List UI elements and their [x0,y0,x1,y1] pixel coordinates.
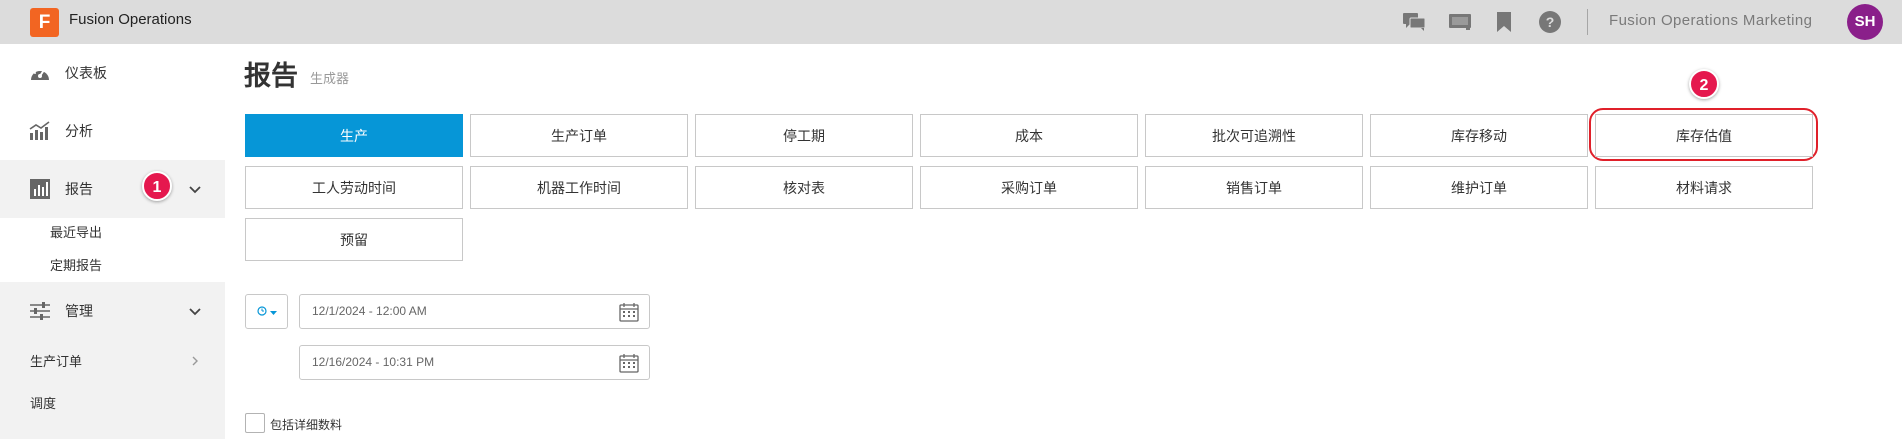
sidebar-item-analytics[interactable]: 分析 [0,102,225,160]
report-button-labor-time[interactable]: 工人劳动时间 [245,166,463,209]
report-button-sales-orders[interactable]: 销售订单 [1145,166,1363,209]
help-icon[interactable]: ? [1537,9,1563,35]
reports-bar-chart-icon [28,177,52,201]
organization-name[interactable]: Fusion Operations Marketing [1609,12,1812,29]
sidebar-item-label: 分析 [65,124,93,140]
report-button-inventory-movement[interactable]: 库存移动 [1370,114,1588,157]
sidebar-item-dashboard[interactable]: 仪表板 [0,44,225,102]
end-date-field[interactable]: 12/16/2024 - 10:31 PM [299,345,650,380]
dashboard-gauge-icon [28,61,52,85]
calendar-icon[interactable] [619,302,639,322]
include-details-label: 包括详细数料 [270,418,343,432]
sliders-icon [28,299,52,323]
app-logo[interactable]: F [30,8,59,37]
report-button-machine-time[interactable]: 机器工作时间 [470,166,688,209]
start-date-value: 12/1/2024 - 12:00 AM [312,304,427,318]
end-date-value: 12/16/2024 - 10:31 PM [312,355,435,369]
sidebar-item-label: 仪表板 [65,66,107,82]
sidebar-item-manage[interactable]: 管理 [0,282,225,340]
caret-down-icon [269,305,277,319]
report-button-inventory-valuation[interactable]: 库存估值 [1595,114,1813,157]
user-avatar[interactable]: SH [1847,4,1883,40]
report-button-maintenance-orders[interactable]: 维护订单 [1370,166,1588,209]
bookmark-icon[interactable] [1491,9,1517,35]
page-subtitle: 生成器 [310,72,350,87]
chevron-down-icon[interactable] [188,304,202,318]
clock-icon [256,305,267,319]
calendar-icon[interactable] [619,353,639,373]
report-button-lot-traceability[interactable]: 批次可追溯性 [1145,114,1363,157]
start-date-field[interactable]: 12/1/2024 - 12:00 AM [299,294,650,329]
sidebar-subitem-scheduled-reports[interactable]: 定期报告 [50,255,102,274]
sidebar-subitem-production-orders[interactable]: 生产订单 [30,351,82,370]
callout-badge-1: 1 [142,171,172,201]
include-details-checkbox[interactable] [245,413,265,433]
report-button-cost[interactable]: 成本 [920,114,1138,157]
report-button-production[interactable]: 生产 [245,114,463,157]
chat-icon[interactable] [1401,9,1427,35]
analytics-chart-icon [28,119,52,143]
header-divider [1587,9,1588,35]
monitor-icon[interactable] [1447,9,1473,35]
sidebar-subitem-scheduling[interactable]: 调度 [30,393,56,412]
callout-badge-2: 2 [1689,69,1719,99]
sidebar-item-label: 管理 [65,304,93,320]
sidebar: 仪表板 分析 报告 最近导出 定期报告 管理 生产订单 调度 [0,44,225,439]
report-button-reservations[interactable]: 预留 [245,218,463,261]
svg-text:?: ? [1546,14,1555,30]
report-button-downtime[interactable]: 停工期 [695,114,913,157]
date-mode-dropdown[interactable] [245,294,288,329]
sidebar-item-reports[interactable]: 报告 [0,160,225,218]
sidebar-item-label: 报告 [65,182,93,198]
page-title: 报告 [244,61,298,92]
sidebar-subitem-recent-exports[interactable]: 最近导出 [50,222,102,241]
report-button-material-requests[interactable]: 材料请求 [1595,166,1813,209]
top-bar: F Fusion Operations ? Fusion Operations … [0,0,1902,44]
chevron-right-icon[interactable] [190,352,200,371]
app-title[interactable]: Fusion Operations [69,11,192,28]
report-button-production-orders[interactable]: 生产订单 [470,114,688,157]
report-button-checklists[interactable]: 核对表 [695,166,913,209]
chevron-down-icon[interactable] [188,182,202,196]
report-button-purchase-orders[interactable]: 采购订单 [920,166,1138,209]
